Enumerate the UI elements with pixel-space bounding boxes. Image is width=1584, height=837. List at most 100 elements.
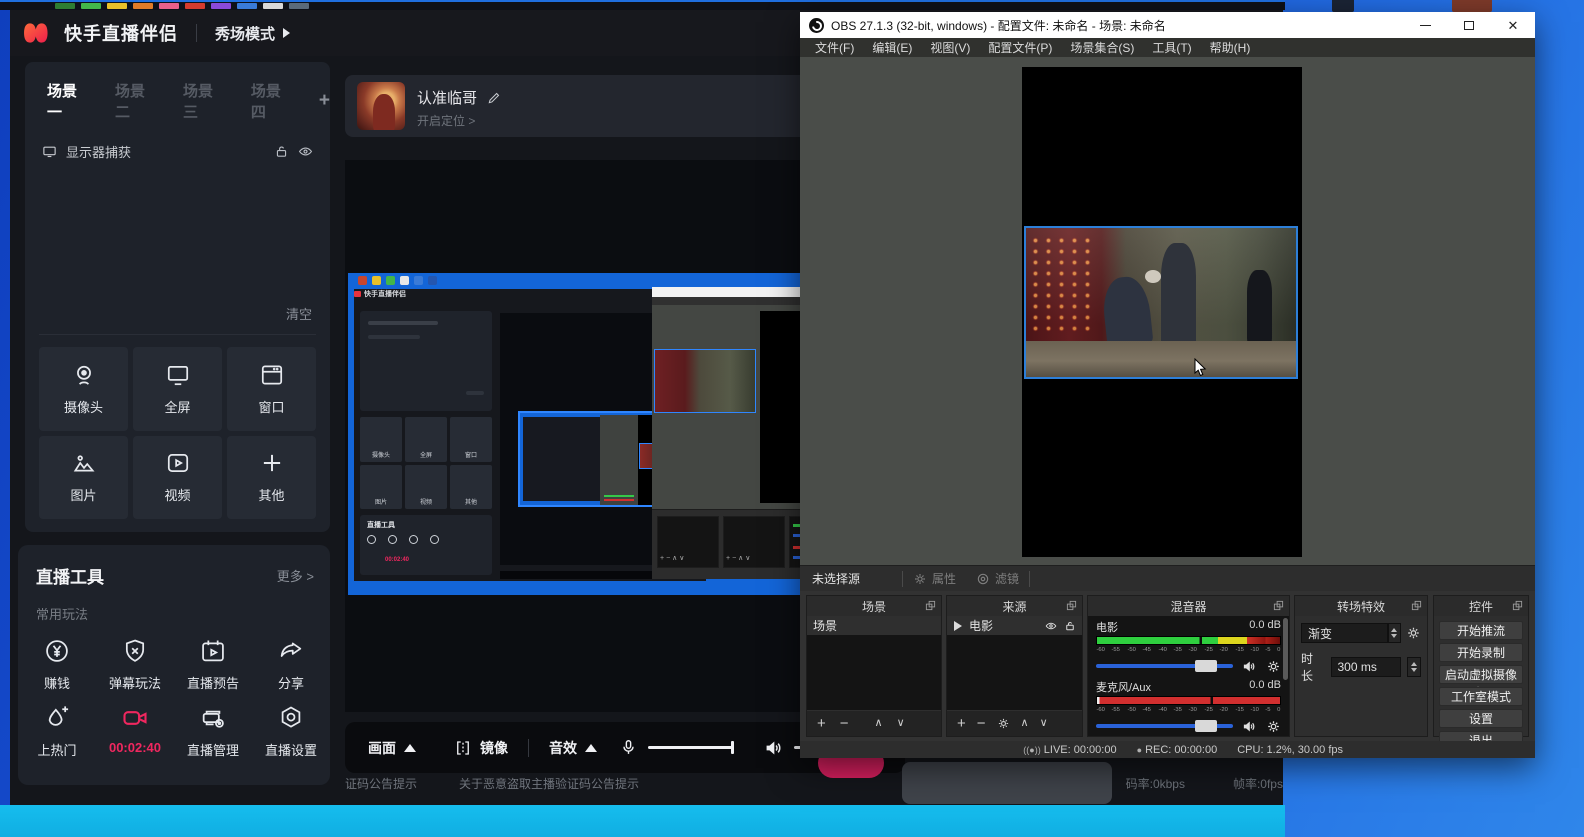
tab-scene-2[interactable]: 场景二: [115, 80, 155, 122]
remove-scene-icon[interactable]: −: [840, 716, 849, 731]
share-arrow-icon: [277, 637, 305, 665]
add-scene-button[interactable]: +: [319, 96, 330, 106]
duration-field[interactable]: 300 ms: [1331, 657, 1402, 677]
obs-control-button[interactable]: 工作室模式: [1439, 687, 1523, 706]
speaker-icon[interactable]: [764, 738, 784, 758]
mirror-icon[interactable]: [454, 739, 472, 757]
volume-slider[interactable]: [1096, 724, 1233, 728]
add-image-button[interactable]: 图片: [39, 436, 128, 520]
speaker-icon[interactable]: [1241, 659, 1258, 674]
popout-icon[interactable]: [925, 600, 936, 611]
unlock-icon[interactable]: [1064, 620, 1076, 632]
obs-control-button[interactable]: 启动虚拟摄像机: [1439, 665, 1523, 684]
tool-live-manage[interactable]: 直播管理: [174, 704, 252, 759]
tool-live-preview[interactable]: 直播预告: [174, 637, 252, 692]
sound-menu-arrow-icon[interactable]: [585, 744, 597, 752]
add-scene-icon[interactable]: +: [817, 716, 826, 731]
transition-select[interactable]: 渐变: [1301, 623, 1388, 643]
rec-status: ● REC: 00:00:00: [1137, 744, 1218, 756]
add-video-button[interactable]: 视频: [133, 436, 222, 520]
tool-share[interactable]: 分享: [252, 637, 330, 692]
mode-switcher[interactable]: 秀场模式: [215, 23, 275, 44]
tab-scene-3[interactable]: 场景三: [183, 80, 223, 122]
screen-menu[interactable]: 画面: [368, 738, 396, 758]
move-up-icon[interactable]: ∧: [1021, 718, 1029, 729]
obs-menu-item[interactable]: 工具(T): [1143, 39, 1200, 56]
filters-button[interactable]: 滤镜: [976, 570, 1019, 587]
popout-icon[interactable]: [1066, 600, 1077, 611]
duration-label: 时长: [1301, 650, 1325, 684]
obs-menu-item[interactable]: 配置文件(P): [979, 39, 1061, 56]
filters-icon: [976, 572, 990, 586]
visibility-eye-icon[interactable]: [1044, 620, 1058, 632]
minimize-button[interactable]: [1403, 12, 1447, 38]
audio-level-meter: [1096, 636, 1281, 645]
more-link[interactable]: 更多 >: [277, 566, 314, 585]
obs-control-button[interactable]: 开始录制: [1439, 643, 1523, 662]
scene-list-item[interactable]: 场景: [807, 616, 941, 635]
obs-menu-item[interactable]: 文件(F): [806, 39, 863, 56]
obs-title-bar[interactable]: OBS 27.1.3 (32-bit, windows) - 配置文件: 未命名…: [800, 12, 1535, 38]
transition-gear-icon[interactable]: [1406, 625, 1421, 641]
background-photo-fragment: [1332, 0, 1354, 12]
add-window-button[interactable]: 窗口: [227, 347, 316, 431]
volume-slider[interactable]: [1096, 664, 1233, 668]
channel-gear-icon[interactable]: [1266, 659, 1281, 674]
tool-recording-timer[interactable]: 00:02:40: [96, 704, 174, 759]
move-down-icon[interactable]: ∨: [897, 718, 905, 729]
obs-menu-item[interactable]: 场景集合(S): [1061, 39, 1143, 56]
mixer-scrollbar[interactable]: [1283, 618, 1288, 680]
meter-scale-tick: 0: [1277, 706, 1280, 712]
visibility-eye-icon[interactable]: [297, 144, 314, 159]
tab-scene-1[interactable]: 场景一: [47, 80, 87, 122]
tool-trending[interactable]: 上热门: [18, 704, 96, 759]
monitor-icon: [41, 144, 58, 159]
transition-select-spinner[interactable]: [1388, 623, 1401, 643]
source-properties-gear-icon[interactable]: [997, 717, 1010, 730]
add-fullscreen-button[interactable]: 全屏: [133, 347, 222, 431]
popout-icon[interactable]: [1512, 600, 1523, 611]
tool-danmaku-play[interactable]: 弹幕玩法: [96, 637, 174, 692]
microphone-icon[interactable]: [619, 738, 638, 757]
source-item-display-capture[interactable]: 显示器捕获: [41, 142, 314, 161]
remove-source-icon[interactable]: −: [977, 716, 986, 731]
mirror-button[interactable]: 镜像: [480, 738, 508, 758]
tool-live-settings[interactable]: 直播设置: [252, 704, 330, 759]
move-down-icon[interactable]: ∨: [1040, 718, 1048, 729]
speaker-icon[interactable]: [1241, 719, 1258, 734]
movie-source-selected[interactable]: [1024, 226, 1298, 379]
popout-icon[interactable]: [1273, 600, 1284, 611]
enable-location-link[interactable]: 开启定位 >: [417, 112, 475, 129]
add-other-button[interactable]: 其他: [227, 436, 316, 520]
obs-menu-item[interactable]: 编辑(E): [863, 39, 921, 56]
sound-menu[interactable]: 音效: [549, 738, 577, 758]
maximize-button[interactable]: [1447, 12, 1491, 38]
obs-preview-canvas[interactable]: [1022, 67, 1302, 557]
obs-menu-item[interactable]: 视图(V): [921, 39, 979, 56]
settings-hexagon-icon: [277, 704, 305, 732]
source-list-item[interactable]: 电影: [947, 616, 1082, 635]
flame-plus-icon: [43, 704, 71, 732]
obs-menu-item[interactable]: 帮助(H): [1201, 39, 1260, 56]
add-source-icon[interactable]: +: [957, 716, 966, 731]
mic-volume-slider[interactable]: [648, 746, 734, 749]
add-camera-button[interactable]: 摄像头: [39, 347, 128, 431]
obs-control-button[interactable]: 设置: [1439, 709, 1523, 728]
properties-button[interactable]: 属性: [913, 570, 956, 587]
mode-arrow-icon[interactable]: [283, 28, 290, 38]
section-label: 常用玩法: [18, 588, 330, 623]
channel-gear-icon[interactable]: [1266, 719, 1281, 734]
unlock-icon[interactable]: [274, 144, 289, 159]
duration-spinner[interactable]: [1407, 657, 1421, 677]
obs-control-button[interactable]: 开始推流: [1439, 621, 1523, 640]
edit-pencil-icon[interactable]: [487, 91, 501, 105]
screen-menu-arrow-icon[interactable]: [404, 744, 416, 752]
tab-scene-4[interactable]: 场景四: [251, 80, 291, 122]
tool-earn-money[interactable]: 赚钱: [18, 637, 96, 692]
meter-scale-tick: -60: [1096, 646, 1104, 652]
clear-button[interactable]: 清空: [286, 304, 312, 323]
close-button[interactable]: ✕: [1491, 12, 1535, 38]
popout-icon[interactable]: [1411, 600, 1422, 611]
move-up-icon[interactable]: ∧: [875, 718, 883, 729]
scenes-dock-title: 场景: [862, 598, 886, 615]
